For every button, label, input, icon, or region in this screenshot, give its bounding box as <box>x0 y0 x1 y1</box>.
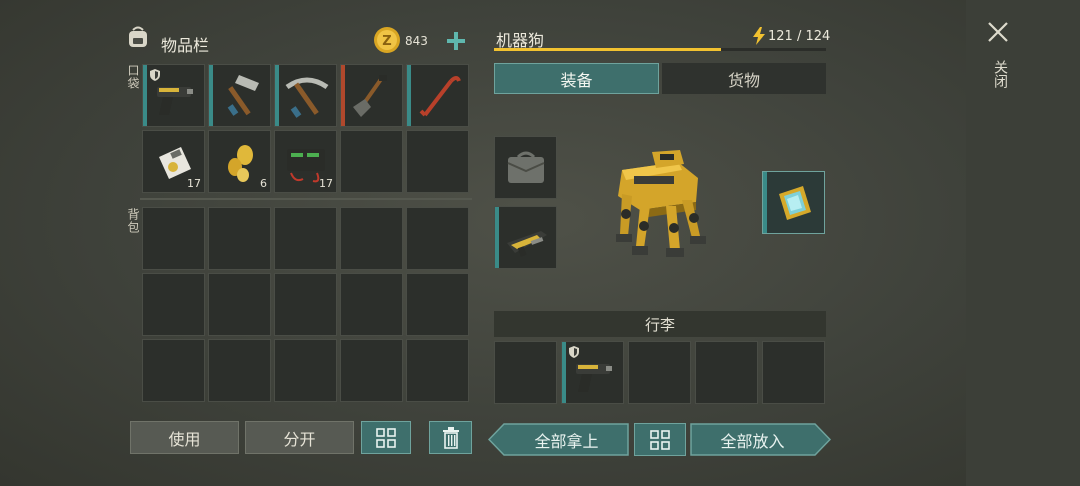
item-count: 17 <box>319 177 333 190</box>
use-button[interactable]: 使用 <box>130 421 239 454</box>
pocket-slot[interactable]: 17 <box>142 130 205 193</box>
put-all-label: 全部放入 <box>720 431 785 451</box>
section-divider <box>140 198 472 200</box>
tab-equipment[interactable]: 装备 <box>494 63 659 94</box>
pickaxe-icon <box>285 77 329 118</box>
svg-text:Z: Z <box>382 34 391 49</box>
bag-slot[interactable] <box>494 136 557 199</box>
durability-bar <box>275 65 279 126</box>
coin-icon: Z <box>373 26 401 54</box>
take-all-label: 全部拿上 <box>534 431 599 451</box>
backpack-slot[interactable] <box>406 339 469 402</box>
battery-slot[interactable] <box>762 171 825 234</box>
backpack-label: 背包 <box>126 208 140 234</box>
close-label: 关闭 <box>992 60 1008 88</box>
energy-value: 121 / 124 <box>768 29 831 44</box>
bag-icon <box>507 151 545 183</box>
battery-cell-icon <box>779 186 811 220</box>
lightning-icon <box>752 27 766 45</box>
energy-bar <box>494 48 826 51</box>
backpack-slot[interactable] <box>208 273 271 336</box>
durability-bar <box>143 65 147 126</box>
pistol-icon <box>576 364 612 392</box>
durability-bar <box>209 65 213 126</box>
backpack-slot[interactable] <box>274 273 337 336</box>
put-all-button[interactable]: 全部放入 <box>690 423 831 456</box>
crowbar-icon <box>419 76 461 117</box>
grid-icon <box>376 427 396 448</box>
pocket-slot[interactable] <box>340 130 403 193</box>
pocket-slot[interactable] <box>406 64 469 127</box>
pocket-slot[interactable] <box>406 130 469 193</box>
grid-icon <box>650 429 670 450</box>
seeds-icon <box>228 145 253 182</box>
durability-bar <box>407 65 411 126</box>
backpack-slot[interactable] <box>406 273 469 336</box>
sort-inventory-button[interactable] <box>361 421 411 454</box>
luggage-slot[interactable] <box>494 341 557 404</box>
weapon-slot[interactable] <box>494 206 557 269</box>
add-currency-button[interactable] <box>445 30 467 52</box>
item-count: 6 <box>260 177 267 190</box>
backpack-slot[interactable] <box>340 207 403 270</box>
shovel-icon <box>353 75 387 117</box>
energy-bar-fill <box>494 48 721 51</box>
close-button[interactable]: 关闭 <box>986 20 1012 110</box>
pocket-slot[interactable]: 6 <box>208 130 271 193</box>
trash-icon <box>442 426 459 449</box>
robot-dog-image <box>600 140 720 265</box>
luggage-header: 行李 <box>494 311 826 337</box>
backpack-slot[interactable] <box>142 339 205 402</box>
currency-amount: 843 <box>405 34 428 48</box>
item-count: 17 <box>187 177 201 190</box>
pocket-label: 口袋 <box>126 64 140 90</box>
pocket-slot[interactable]: 17 <box>274 130 337 193</box>
pocket-slot[interactable] <box>274 64 337 127</box>
backpack-slot[interactable] <box>340 273 403 336</box>
rifle-part-icon <box>507 231 547 257</box>
close-icon <box>988 22 1008 42</box>
sort-luggage-button[interactable] <box>634 423 686 456</box>
durability-bar <box>495 207 499 268</box>
durability-bar <box>763 172 767 233</box>
backpack-slot[interactable] <box>340 339 403 402</box>
close-strip <box>966 0 1080 486</box>
backpack-icon <box>125 24 151 50</box>
durability-bar <box>562 342 566 403</box>
split-button[interactable]: 分开 <box>245 421 354 454</box>
tab-cargo[interactable]: 货物 <box>662 63 826 94</box>
backpack-slot[interactable] <box>406 207 469 270</box>
backpack-slot[interactable] <box>142 273 205 336</box>
backpack-slot[interactable] <box>274 339 337 402</box>
backpack-slot[interactable] <box>208 207 271 270</box>
backpack-slot[interactable] <box>208 339 271 402</box>
trash-button[interactable] <box>429 421 472 454</box>
durability-bar <box>341 65 345 126</box>
take-all-button[interactable]: 全部拿上 <box>488 423 629 456</box>
pocket-slot[interactable] <box>142 64 205 127</box>
backpack-slot[interactable] <box>274 207 337 270</box>
pocket-slot[interactable] <box>340 64 403 127</box>
pocket-slot[interactable] <box>208 64 271 127</box>
inventory-title: 物品栏 <box>161 36 210 55</box>
hammer-icon <box>227 75 259 116</box>
backpack-slot[interactable] <box>142 207 205 270</box>
luggage-slot[interactable] <box>561 341 624 404</box>
pistol-icon <box>157 87 193 115</box>
luggage-slot[interactable] <box>628 341 691 404</box>
luggage-slot[interactable] <box>762 341 825 404</box>
luggage-slot[interactable] <box>695 341 758 404</box>
